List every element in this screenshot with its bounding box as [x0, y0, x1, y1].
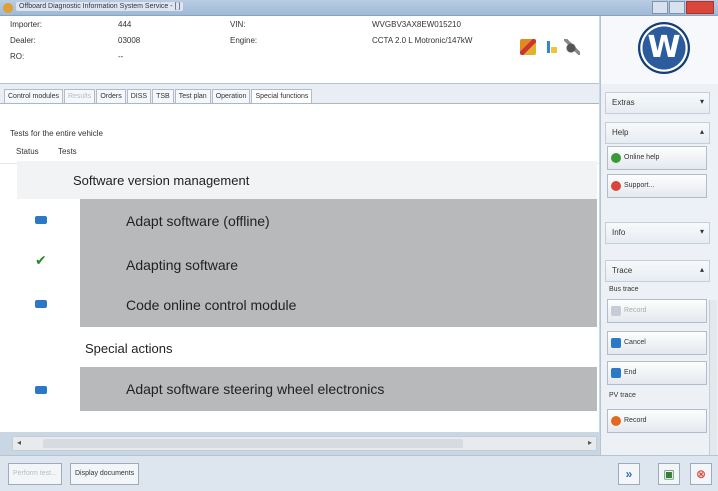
- test-row[interactable]: Adapting software: [80, 243, 597, 287]
- sidebar: Extras ▾ Help ▴ Online help Support... I…: [600, 84, 718, 455]
- vw-logo: W: [638, 22, 690, 74]
- app-icon: [3, 3, 13, 13]
- tools-icon[interactable]: [520, 39, 536, 55]
- pv-record-button[interactable]: Record: [607, 409, 707, 433]
- test-label: Adapt software steering wheel electronic…: [126, 381, 385, 397]
- tests-column-header: Tests: [58, 147, 77, 156]
- chevron-down-icon: ▾: [699, 227, 704, 236]
- extras-label: Extras: [612, 98, 635, 107]
- dealer-label: Dealer:: [10, 36, 36, 45]
- tab-tsb[interactable]: TSB: [152, 89, 174, 103]
- forward-icon[interactable]: »: [618, 463, 640, 485]
- usb-icon[interactable]: [542, 39, 558, 55]
- minimize-button[interactable]: [652, 1, 668, 14]
- test-row[interactable]: Code online control module: [80, 283, 597, 327]
- exit-icon[interactable]: ⊗: [690, 463, 712, 485]
- trace-section[interactable]: Trace ▴: [605, 260, 710, 282]
- end-label: End: [624, 369, 637, 376]
- cancel-icon: [611, 338, 621, 348]
- vehicle-info-panel: Importer: 444 Dealer: 03008 RO: -- VIN: …: [0, 16, 599, 84]
- trace-label: Trace: [612, 266, 633, 275]
- test-label: Adapting software: [126, 257, 239, 273]
- engine-label: Engine:: [230, 36, 258, 45]
- ro-label: RO:: [10, 52, 25, 61]
- cancel-label: Cancel: [624, 339, 646, 346]
- chevron-down-icon: ▾: [699, 97, 704, 106]
- dealer-value: 03008: [118, 36, 141, 45]
- ro-value: --: [118, 52, 124, 61]
- group-software-version-management[interactable]: Software version management: [17, 161, 597, 199]
- tab-test-plan[interactable]: Test plan: [174, 89, 211, 103]
- online-help-label: Online help: [624, 154, 660, 161]
- group-special-actions[interactable]: Special actions: [17, 329, 597, 367]
- importer-label: Importer:: [10, 20, 43, 29]
- tab-results: Results: [63, 89, 96, 103]
- support-button[interactable]: Support...: [607, 174, 707, 198]
- display-documents-button[interactable]: Display documents: [70, 463, 140, 485]
- bus-record-button: Record: [607, 299, 707, 323]
- close-window-button[interactable]: [686, 1, 714, 14]
- tab-special-functions[interactable]: Special functions: [251, 89, 313, 103]
- tab-operation[interactable]: Operation: [211, 89, 251, 103]
- record-label: Record: [624, 307, 647, 314]
- record-icon: [611, 416, 621, 426]
- end-icon: [611, 368, 621, 378]
- end-trace-button[interactable]: End: [607, 361, 707, 385]
- group-label: Software version management: [73, 172, 250, 188]
- engine-value: CCTA 2.0 L Motronic/147kW: [372, 36, 473, 45]
- sidebar-scrollbar[interactable]: [709, 300, 717, 455]
- info-label: Info: [612, 228, 626, 237]
- group-label: Special actions: [85, 340, 173, 356]
- special-functions-panel: Tests for the entire vehicle Status Test…: [0, 104, 599, 432]
- online-help-icon: [611, 153, 621, 163]
- pending-status-icon: [35, 216, 47, 224]
- horizontal-scrollbar[interactable]: ◂ ▸: [12, 436, 597, 451]
- vin-label: VIN:: [230, 20, 246, 29]
- extras-section[interactable]: Extras ▾: [605, 92, 710, 114]
- perform-test-button: Perform test...: [8, 463, 62, 485]
- tab-control-modules[interactable]: Control modules: [4, 89, 63, 103]
- notes-icon[interactable]: ▣: [658, 463, 680, 485]
- record-icon: [611, 306, 621, 316]
- maximize-button[interactable]: [669, 1, 685, 14]
- test-label: Adapt software (offline): [126, 213, 270, 229]
- chevron-up-icon: ▴: [699, 265, 704, 274]
- window-title: Offboard Diagnostic Information System S…: [16, 2, 184, 11]
- panel-label: Tests for the entire vehicle: [10, 129, 103, 138]
- support-label: Support...: [624, 182, 655, 189]
- plug-icon[interactable]: [564, 39, 580, 55]
- record-label: Record: [624, 417, 647, 424]
- pending-status-icon: [35, 386, 47, 394]
- test-row[interactable]: Adapt software steering wheel electronic…: [80, 367, 597, 411]
- pending-status-icon: [35, 300, 47, 308]
- bus-trace-label: Bus trace: [609, 286, 639, 293]
- vin-value: WVGBV3AX8EW015210: [372, 20, 461, 29]
- online-help-button[interactable]: Online help: [607, 146, 707, 170]
- tab-diss[interactable]: DISS: [126, 89, 152, 103]
- brand-panel: W: [600, 16, 718, 84]
- pv-trace-label: PV trace: [609, 392, 636, 399]
- cancel-trace-button[interactable]: Cancel: [607, 331, 707, 355]
- scroll-left-icon[interactable]: ◂: [17, 438, 21, 447]
- title-bar: Offboard Diagnostic Information System S…: [0, 0, 718, 16]
- check-icon: ✔: [35, 252, 47, 268]
- chevron-up-icon: ▴: [699, 127, 704, 136]
- importer-value: 444: [118, 20, 132, 29]
- support-icon: [611, 181, 621, 191]
- help-section[interactable]: Help ▴: [605, 122, 710, 144]
- info-section[interactable]: Info ▾: [605, 222, 710, 244]
- bottom-toolbar: Perform test... Display documents » ▣ ⊗: [0, 455, 718, 491]
- help-label: Help: [612, 128, 629, 137]
- tab-orders[interactable]: Orders: [96, 89, 126, 103]
- status-column-header: Status: [16, 147, 39, 156]
- scroll-right-icon[interactable]: ▸: [588, 438, 592, 447]
- test-row[interactable]: Adapt software (offline): [80, 199, 597, 243]
- test-label: Code online control module: [126, 297, 297, 313]
- scroll-thumb[interactable]: [43, 439, 463, 448]
- tab-bar: Control modules Results Orders DISS TSB …: [0, 84, 599, 104]
